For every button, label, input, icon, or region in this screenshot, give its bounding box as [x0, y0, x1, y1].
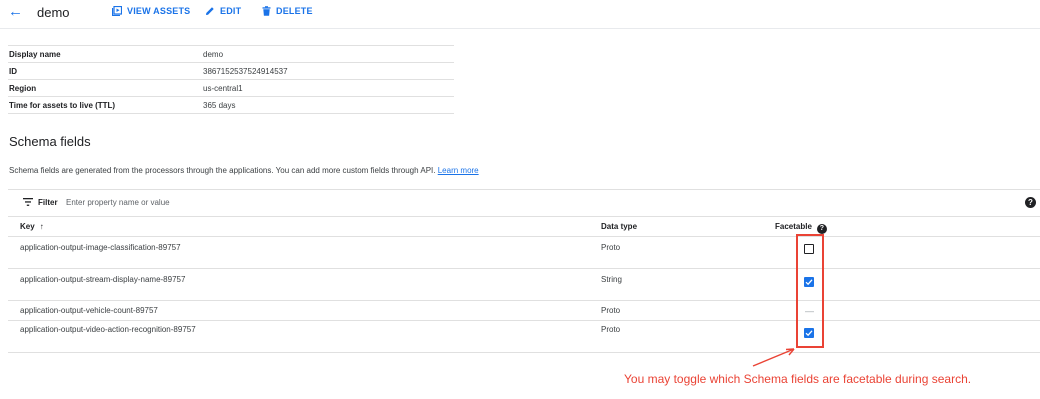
- view-assets-button[interactable]: VIEW ASSETS: [112, 6, 190, 16]
- column-data-type: Data type: [601, 222, 638, 231]
- schema-fields-heading: Schema fields: [9, 134, 91, 149]
- view-assets-label: VIEW ASSETS: [127, 6, 191, 16]
- annotation-text: You may toggle which Schema fields are f…: [624, 372, 972, 386]
- table-row: application-output-vehicle-count-89757 P…: [8, 301, 1040, 321]
- help-icon[interactable]: ?: [1025, 197, 1036, 208]
- property-value: us-central1: [203, 79, 454, 97]
- header-divider: [0, 28, 1040, 29]
- annotation-arrow-icon: [752, 348, 795, 367]
- learn-more-link[interactable]: Learn more: [438, 166, 479, 175]
- table-row: application-output-video-action-recognit…: [8, 321, 1040, 353]
- page-title: demo: [37, 5, 70, 20]
- property-row: Display name demo: [8, 45, 454, 63]
- row-data-type: String: [601, 275, 622, 284]
- column-facetable-label: Facetable: [775, 222, 812, 231]
- column-key-label: Key: [20, 222, 35, 231]
- table-row: application-output-stream-display-name-8…: [8, 269, 1040, 301]
- delete-label: DELETE: [276, 6, 313, 16]
- back-arrow-icon[interactable]: ←: [8, 3, 23, 20]
- row-data-type: Proto: [601, 243, 621, 252]
- edit-button[interactable]: EDIT: [205, 6, 241, 16]
- column-facetable: Facetable?: [775, 222, 827, 234]
- schema-table-header: Key ↑ Data type Facetable?: [8, 216, 1040, 237]
- row-data-type: Proto: [601, 306, 621, 315]
- property-row: Region us-central1: [8, 79, 454, 97]
- sort-arrow-up-icon[interactable]: ↑: [40, 222, 44, 231]
- filter-bar: Filter ?: [8, 189, 1040, 217]
- facetable-help-icon[interactable]: ?: [816, 224, 827, 234]
- pencil-icon: [206, 7, 214, 15]
- row-key: application-output-vehicle-count-89757: [20, 306, 158, 315]
- row-data-type: Proto: [601, 325, 621, 334]
- filter-icon[interactable]: [23, 198, 33, 206]
- property-value: 3867152537524914537: [203, 62, 454, 80]
- property-value: 365 days: [203, 96, 454, 114]
- trash-icon: [262, 6, 271, 16]
- property-value: demo: [203, 45, 454, 63]
- top-toolbar: ← demo VIEW ASSETS EDIT DELETE: [0, 0, 1040, 28]
- facetable-highlight-box: [796, 234, 824, 348]
- property-key: ID: [8, 62, 203, 80]
- property-key: Time for assets to live (TTL): [8, 96, 203, 114]
- property-key: Region: [8, 79, 203, 97]
- view-assets-icon: [112, 6, 122, 16]
- filter-label: Filter: [38, 198, 58, 207]
- table-row: application-output-image-classification-…: [8, 237, 1040, 269]
- row-key: application-output-image-classification-…: [20, 243, 181, 252]
- column-key[interactable]: Key ↑: [20, 222, 44, 231]
- property-row: ID 3867152537524914537: [8, 62, 454, 80]
- row-key: application-output-stream-display-name-8…: [20, 275, 186, 284]
- filter-input[interactable]: [66, 195, 466, 210]
- row-key: application-output-video-action-recognit…: [20, 325, 196, 334]
- schema-description-text: Schema fields are generated from the pro…: [9, 166, 436, 175]
- property-key: Display name: [8, 45, 203, 63]
- properties-table: Display name demo ID 3867152537524914537…: [8, 45, 454, 114]
- property-row: Time for assets to live (TTL) 365 days: [8, 96, 454, 114]
- delete-button[interactable]: DELETE: [262, 6, 313, 16]
- edit-label: EDIT: [220, 6, 242, 16]
- schema-description: Schema fields are generated from the pro…: [9, 166, 479, 175]
